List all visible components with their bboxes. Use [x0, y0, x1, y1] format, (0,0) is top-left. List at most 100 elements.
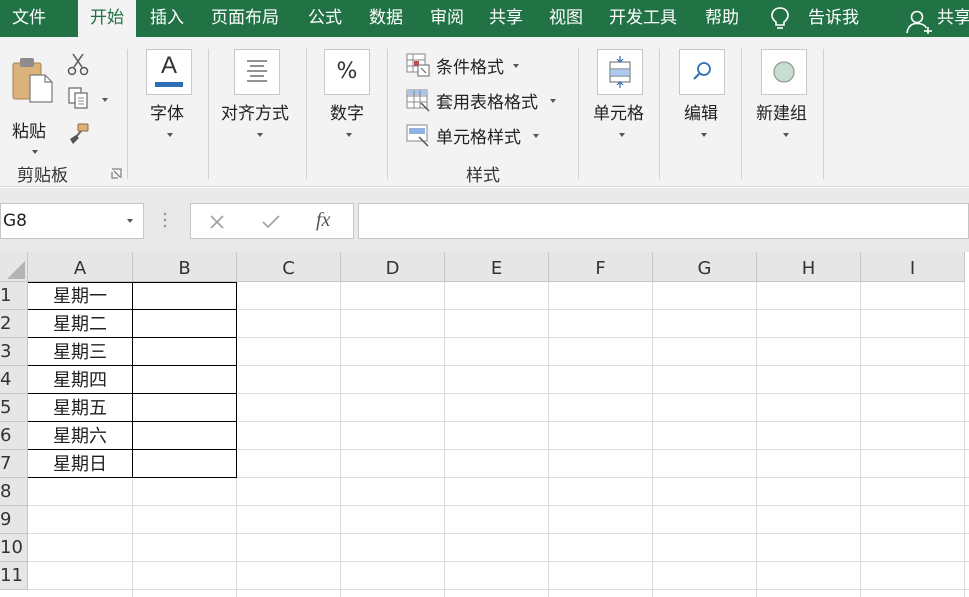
new-group-button[interactable]: 新建组 — [752, 47, 818, 147]
editing-button[interactable]: 编辑 — [672, 47, 732, 147]
column-header[interactable]: H — [757, 252, 861, 282]
tab-developer[interactable]: 开发工具 — [609, 0, 677, 37]
cell-a1[interactable]: 星期一 — [28, 283, 132, 311]
chevron-down-icon — [32, 150, 38, 154]
name-box[interactable]: G8 — [0, 203, 144, 239]
column-header[interactable]: I — [861, 252, 965, 282]
conditional-format-icon — [406, 53, 430, 77]
row-header[interactable]: 6 — [0, 422, 28, 450]
cell-a3[interactable]: 星期三 — [28, 339, 132, 367]
table-border — [132, 282, 133, 478]
ribbon-separator — [659, 49, 660, 179]
cell-a5[interactable]: 星期五 — [28, 395, 132, 423]
chevron-down-icon — [783, 133, 789, 137]
tab-insert[interactable]: 插入 — [150, 0, 184, 37]
share-button[interactable]: 共享 — [937, 0, 969, 37]
cancel-icon[interactable] — [209, 214, 225, 230]
format-painter-icon[interactable] — [67, 122, 91, 146]
conditional-format-button[interactable]: 条件格式 — [406, 51, 576, 79]
tab-formulas[interactable]: 公式 — [308, 0, 342, 37]
tab-view[interactable]: 视图 — [549, 0, 583, 37]
alignment-label: 对齐方式 — [221, 104, 289, 124]
row-header[interactable]: 5 — [0, 394, 28, 422]
font-button[interactable]: A 字体 — [140, 47, 200, 147]
row-header[interactable]: 2 — [0, 310, 28, 338]
row-header[interactable]: 9 — [0, 506, 28, 534]
number-label: 数字 — [330, 104, 364, 124]
drag-handle-icon[interactable] — [163, 210, 167, 230]
ribbon-separator — [823, 49, 824, 179]
gridline — [28, 533, 969, 534]
cell-styles-button[interactable]: 单元格样式 — [406, 121, 576, 149]
lightbulb-icon[interactable] — [768, 6, 792, 32]
cell-a6[interactable]: 星期六 — [28, 423, 132, 451]
alignment-button[interactable]: 对齐方式 — [218, 47, 300, 147]
tab-review[interactable]: 审阅 — [430, 0, 464, 37]
menu-bar: 文件 开始 插入 页面布局 公式 数据 审阅 共享 视图 开发工具 帮助 告诉我… — [0, 0, 969, 37]
styles-group-label: 样式 — [466, 166, 500, 186]
chevron-down-icon — [513, 64, 519, 68]
cells-icon — [597, 49, 643, 95]
ribbon-separator — [208, 49, 209, 179]
gridline — [860, 282, 861, 597]
column-header[interactable]: A — [28, 252, 133, 282]
copy-icon[interactable] — [67, 86, 91, 110]
column-header[interactable]: B — [133, 252, 237, 282]
gridline — [28, 589, 969, 590]
column-header[interactable]: C — [237, 252, 341, 282]
clipboard-group-label: 剪贴板 — [17, 166, 68, 186]
tab-share[interactable]: 共享 — [489, 0, 523, 37]
ribbon-separator — [578, 49, 579, 179]
paste-icon — [12, 58, 53, 103]
tab-page-layout[interactable]: 页面布局 — [211, 0, 279, 37]
column-header[interactable]: G — [653, 252, 757, 282]
select-all-corner[interactable] — [0, 252, 28, 282]
cut-icon[interactable] — [67, 52, 89, 76]
editing-label: 编辑 — [684, 104, 718, 124]
conditional-format-label: 条件格式 — [436, 58, 504, 78]
format-as-table-button[interactable]: 套用表格格式 — [406, 86, 576, 114]
chevron-down-icon — [619, 133, 625, 137]
cell-a2[interactable]: 星期二 — [28, 311, 132, 339]
font-label: 字体 — [150, 104, 184, 124]
tab-data[interactable]: 数据 — [369, 0, 403, 37]
gridline — [964, 282, 965, 597]
row-header[interactable]: 1 — [0, 282, 28, 310]
tab-file[interactable]: 文件 — [12, 0, 46, 37]
tab-home[interactable]: 开始 — [78, 0, 136, 37]
cell-a7[interactable]: 星期日 — [28, 451, 132, 479]
row-header[interactable]: 10 — [0, 534, 28, 562]
row-header[interactable]: 4 — [0, 366, 28, 394]
tell-me-box[interactable]: 告诉我 — [808, 0, 859, 37]
column-header[interactable]: E — [445, 252, 549, 282]
row-header[interactable]: 8 — [0, 478, 28, 506]
column-header[interactable]: D — [341, 252, 445, 282]
spreadsheet-grid[interactable]: A B C D E F G H I 1 2 3 4 5 6 7 8 9 10 1… — [0, 252, 969, 597]
number-button[interactable]: % 数字 — [318, 47, 378, 147]
column-header[interactable]: F — [549, 252, 653, 282]
chevron-down-icon — [550, 99, 556, 103]
user-icon[interactable] — [906, 8, 932, 34]
cell-styles-label: 单元格样式 — [436, 128, 521, 148]
formula-bar: G8 fx — [0, 188, 969, 252]
insert-function-icon[interactable]: fx — [316, 209, 330, 232]
row-header[interactable]: 3 — [0, 338, 28, 366]
cells-button[interactable]: 单元格 — [588, 47, 654, 147]
row-header[interactable]: 7 — [0, 450, 28, 478]
format-as-table-label: 套用表格格式 — [436, 93, 538, 113]
dialog-launcher-icon[interactable] — [111, 168, 122, 179]
formula-input[interactable] — [358, 203, 969, 239]
chevron-down-icon[interactable] — [102, 98, 108, 102]
cells-label: 单元格 — [593, 104, 644, 124]
row-header[interactable]: 11 — [0, 562, 28, 590]
tab-help[interactable]: 帮助 — [705, 0, 739, 37]
gridline — [756, 282, 757, 597]
paste-button[interactable]: 粘贴 — [6, 51, 53, 163]
gridline — [340, 282, 341, 597]
chevron-down-icon — [533, 134, 539, 138]
search-icon — [679, 49, 725, 95]
cell-a4[interactable]: 星期四 — [28, 367, 132, 395]
enter-check-icon[interactable] — [261, 214, 281, 230]
font-color-bar — [155, 82, 183, 87]
chevron-down-icon[interactable] — [127, 219, 133, 223]
